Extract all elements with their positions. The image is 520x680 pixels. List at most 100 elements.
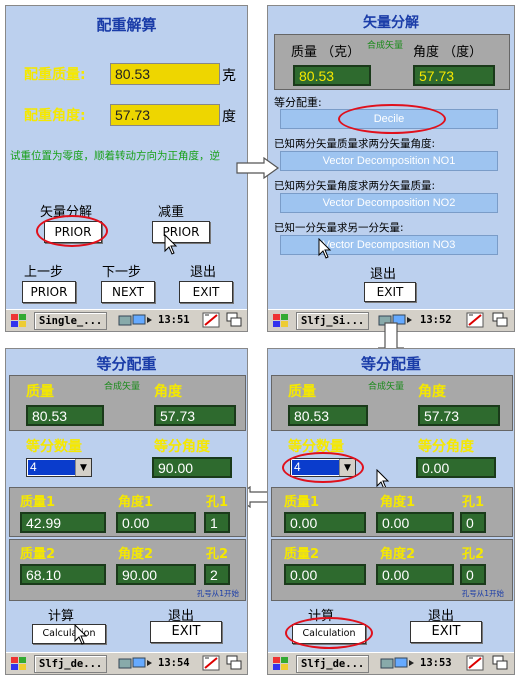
hole-number-note: 孔号从1开始	[461, 589, 504, 598]
angle-label: 角度	[418, 384, 446, 400]
angle-value: 57.73	[110, 104, 220, 126]
chevron-down-icon[interactable]: ▼	[75, 459, 91, 476]
calculate-label: 计算	[48, 609, 75, 624]
mass-label: 配重质量:	[24, 67, 86, 83]
angle-value: 57.73	[418, 405, 500, 426]
vector-decomposition-no2-button[interactable]: Vector Decomposition NO2	[280, 193, 498, 213]
split-count-label: 等分数量	[26, 439, 82, 455]
hole1-value: 0	[460, 512, 486, 533]
equal-split-label: 等分配重:	[274, 96, 322, 109]
exit-label: 退出	[190, 265, 217, 280]
page-title: 等分配重	[96, 355, 157, 373]
angle-value: 57.73	[413, 65, 495, 86]
screen-equal-split-input: 等分配重 质量 合成矢量 角度 80.53 57.73 等分数量 等分角度 4 …	[267, 348, 515, 675]
windows-switch-icon[interactable]	[492, 655, 508, 671]
angle-label: 配重角度:	[24, 108, 86, 124]
angle1-label: 角度1	[118, 495, 154, 510]
mass-value: 80.53	[288, 405, 368, 426]
keyboard-icon[interactable]	[466, 655, 484, 671]
taskbar-app-button[interactable]: Slfj_de...	[34, 655, 108, 673]
vector-decomposition-no1-button[interactable]: Vector Decomposition NO1	[280, 151, 498, 171]
exit-label: 退出	[370, 267, 397, 282]
highlight-ring	[36, 215, 108, 247]
highlight-ring	[285, 617, 373, 649]
keyboard-icon[interactable]	[202, 655, 220, 671]
keyboard-icon[interactable]	[202, 312, 220, 328]
taskbar-app-button[interactable]: Slfj_Si...	[296, 312, 370, 330]
mass-header: 质量 （克）	[291, 45, 361, 60]
windows-switch-icon[interactable]	[492, 312, 508, 328]
next-step-label: 下一步	[102, 265, 142, 280]
angle1-value: 0.00	[376, 512, 454, 533]
exit-button[interactable]: EXIT	[410, 621, 482, 643]
reduce-weight-label: 减重	[158, 205, 185, 220]
hole2-value: 0	[460, 564, 486, 585]
tray-connection-icon[interactable]	[118, 656, 154, 670]
highlight-ring	[338, 104, 446, 134]
clock: 13:52	[420, 314, 452, 326]
windows-start-icon[interactable]	[271, 312, 291, 328]
exit-button[interactable]: EXIT	[150, 621, 222, 643]
mass1-value: 42.99	[20, 512, 106, 533]
mass-unit: 克	[222, 68, 236, 84]
mass2-value: 0.00	[284, 564, 366, 585]
split-angle-value: 0.00	[416, 457, 496, 478]
next-button[interactable]: NEXT	[101, 281, 155, 303]
taskbar: Slfj_de... 13:54	[6, 652, 247, 674]
mass2-label: 质量2	[20, 547, 56, 562]
split-count-select[interactable]: 4 ▼	[26, 458, 92, 477]
mass1-label: 质量1	[284, 495, 320, 510]
windows-start-icon[interactable]	[271, 655, 291, 671]
pointer-cursor-icon	[318, 238, 332, 259]
angle-header: 角度 （度）	[413, 45, 483, 60]
mass-label: 质量	[288, 384, 316, 400]
known-mass-label: 已知两分矢量质量求两分矢量角度:	[274, 138, 436, 150]
clock: 13:53	[420, 657, 452, 669]
windows-switch-icon[interactable]	[226, 312, 242, 328]
screen-equal-split-result: 等分配重 质量 合成矢量 角度 80.53 57.73 等分数量 等分角度 4 …	[5, 348, 248, 675]
windows-start-icon[interactable]	[9, 655, 29, 671]
synth-vector-label: 合成矢量	[368, 382, 405, 392]
angle-unit: 度	[222, 109, 236, 125]
synth-vector-box: 质量 合成矢量 角度 80.53 57.73	[271, 375, 513, 431]
taskbar-app-button[interactable]: Slfj_de...	[296, 655, 370, 673]
screen-vector-decomposition: 矢量分解 质量 （克） 合成矢量 角度 （度） 80.53 57.73 等分配重…	[267, 5, 515, 332]
taskbar: Single_... 13:51	[6, 309, 247, 331]
reduce-prior-button[interactable]: PRIOR	[152, 221, 210, 243]
windows-switch-icon[interactable]	[226, 655, 242, 671]
tray-connection-icon[interactable]	[380, 656, 416, 670]
mass1-label: 质量1	[20, 495, 56, 510]
angle2-label: 角度2	[380, 547, 416, 562]
taskbar-app-button[interactable]: Single_...	[34, 312, 108, 330]
synth-vector-label: 合成矢量	[367, 41, 404, 51]
split-row-2: 质量2 角度2 孔2 68.10 90.00 2 孔号从1开始	[9, 539, 246, 601]
exit-button[interactable]: EXIT	[179, 281, 233, 303]
angle1-value: 0.00	[116, 512, 196, 533]
hole-number-note: 孔号从1开始	[196, 589, 239, 598]
mass-value: 80.53	[110, 63, 220, 85]
known-one-label: 已知一分矢量求另一分矢量:	[274, 222, 404, 234]
synth-vector-box: 质量 （克） 合成矢量 角度 （度） 80.53 57.73	[274, 34, 510, 90]
pointer-cursor-icon	[74, 624, 88, 645]
angle-label: 角度	[154, 384, 182, 400]
prev-prior-button[interactable]: PRIOR	[22, 281, 76, 303]
angle-value: 57.73	[154, 405, 236, 426]
hole1-label: 孔1	[206, 495, 229, 510]
mass-value: 80.53	[293, 65, 371, 86]
page-title: 配重解算	[96, 16, 157, 34]
synth-vector-box: 质量 合成矢量 角度 80.53 57.73	[9, 375, 246, 431]
split-angle-value: 90.00	[152, 457, 232, 478]
tray-connection-icon[interactable]	[118, 313, 154, 327]
hole2-label: 孔2	[462, 547, 485, 562]
split-row-1: 质量1 角度1 孔1 0.00 0.00 0	[271, 487, 513, 537]
calculation-button[interactable]: Calculation	[32, 624, 106, 644]
split-row-2: 质量2 角度2 孔2 0.00 0.00 0 孔号从1开始	[271, 539, 513, 601]
windows-start-icon[interactable]	[9, 312, 29, 328]
flow-arrow-right-icon	[236, 157, 280, 179]
keyboard-icon[interactable]	[466, 312, 484, 328]
hole2-label: 孔2	[206, 547, 229, 562]
split-angle-label: 等分角度	[418, 439, 474, 455]
vector-decomposition-no3-button[interactable]: Vector Decomposition NO3	[280, 235, 498, 255]
synth-vector-label: 合成矢量	[104, 382, 141, 392]
exit-button[interactable]: EXIT	[364, 282, 416, 302]
